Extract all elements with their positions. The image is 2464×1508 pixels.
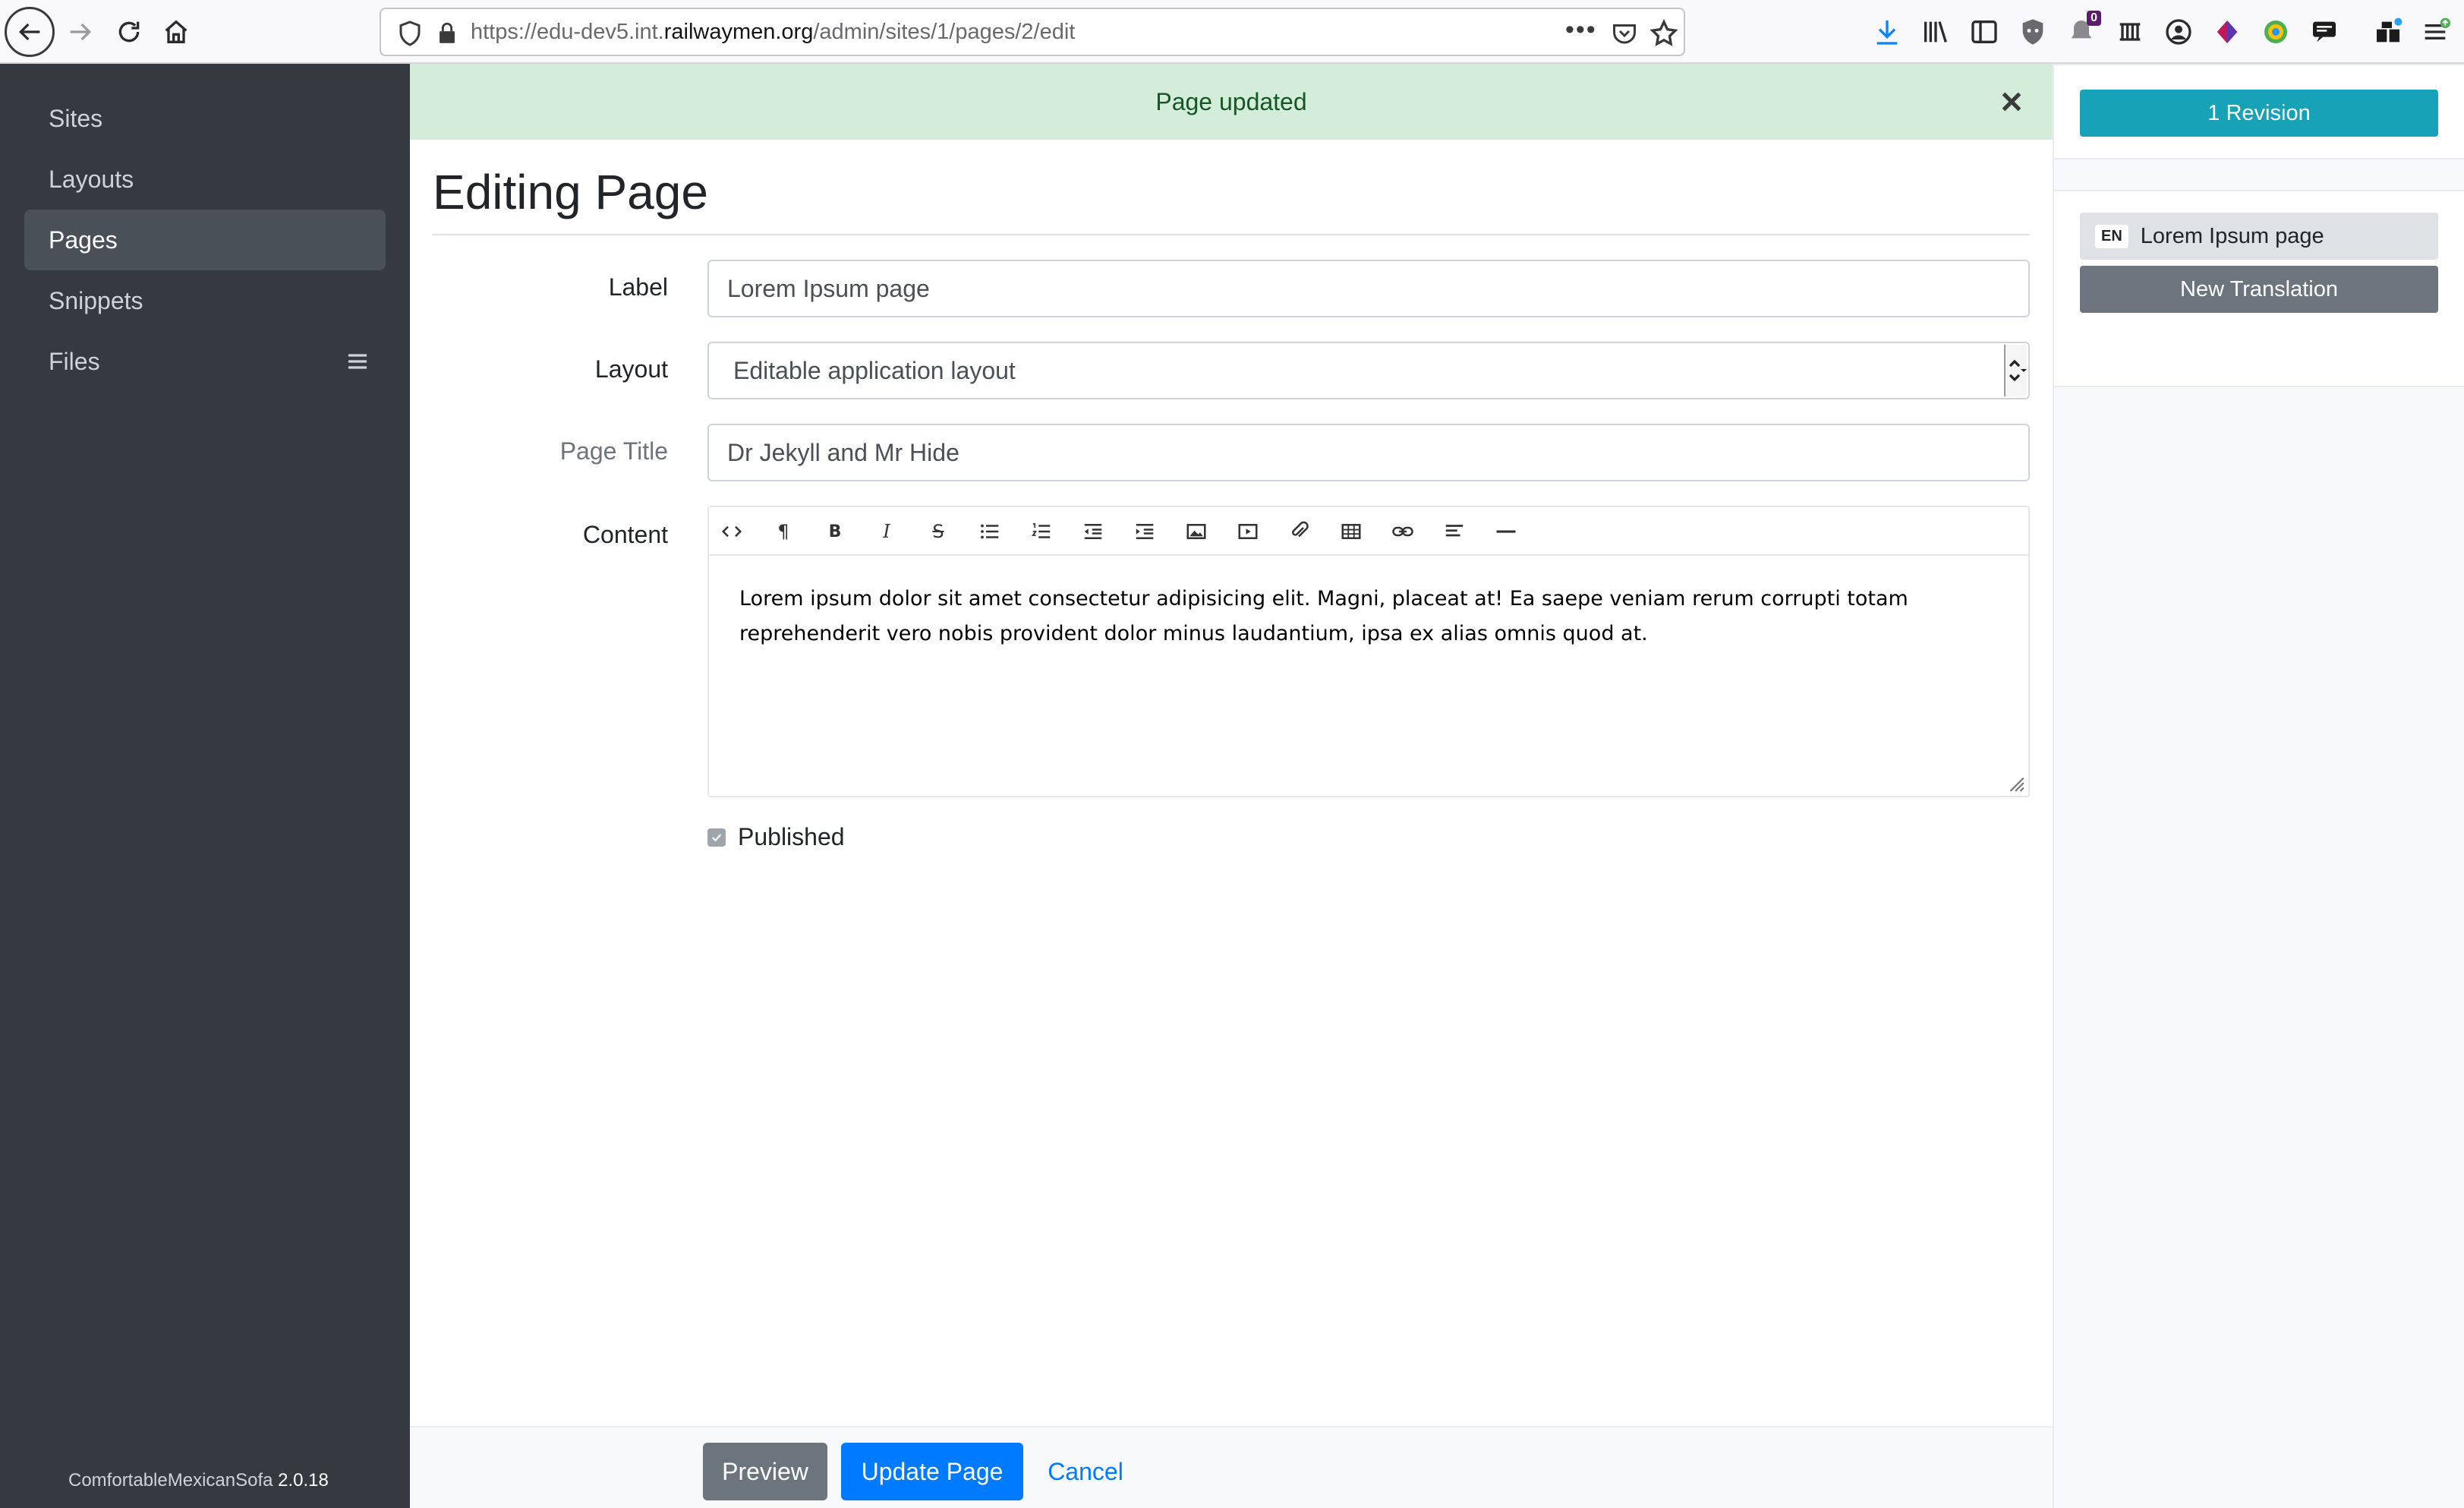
brand-name: ComfortableMexicanSofa (68, 1470, 273, 1491)
label-input[interactable]: Lorem Ipsum page (707, 260, 2030, 317)
notification-extension-icon[interactable]: 0 (2065, 11, 2101, 49)
published-row: Published (707, 823, 845, 851)
home-button[interactable] (152, 8, 200, 56)
locale-badge: EN (2095, 224, 2128, 248)
sidebar-item-label: Snippets (49, 287, 143, 314)
translation-item[interactable]: EN Lorem Ipsum page (2080, 213, 2438, 260)
downloads-icon[interactable] (1870, 15, 1904, 49)
extensions-icon[interactable] (2371, 15, 2405, 49)
table-icon[interactable] (1336, 516, 1366, 547)
sidebar-item-sites[interactable]: Sites (24, 88, 386, 149)
files-menu-icon[interactable] (345, 349, 370, 374)
layout-field-label: Layout (594, 355, 668, 383)
sidebar-item-layouts[interactable]: Layouts (24, 149, 386, 210)
revisions-card: 1 Revision (2054, 64, 2464, 159)
file-link-icon[interactable] (1284, 516, 1315, 547)
account-icon[interactable] (2162, 15, 2195, 49)
tracking-shield-icon[interactable] (396, 20, 424, 47)
sidebar-item-label: Pages (49, 226, 118, 254)
page-title-input[interactable]: Dr Jekyll and Mr Hide (707, 424, 2030, 481)
update-page-button[interactable]: Update Page (841, 1443, 1023, 1500)
image-icon[interactable] (1181, 516, 1212, 547)
check-icon (711, 833, 722, 841)
layout-selected-value: Editable application layout (733, 357, 1016, 384)
cancel-link[interactable]: Cancel (1043, 1443, 1128, 1500)
label-field-label: Label (608, 273, 668, 301)
privacy-badger-icon[interactable] (2016, 15, 2050, 49)
sidebar-item-pages[interactable]: Pages (24, 210, 386, 270)
revisions-button[interactable]: 1 Revision (2080, 90, 2438, 137)
preview-button[interactable]: Preview (703, 1443, 827, 1500)
back-button[interactable] (5, 7, 55, 57)
alert-message: Page updated (1155, 88, 1307, 115)
sidebar-item-label: Layouts (49, 166, 134, 193)
sidebar-item-label: Sites (49, 105, 103, 132)
translation-label: Lorem Ipsum page (2140, 223, 2324, 248)
grid-extension-icon[interactable] (2113, 15, 2147, 49)
lock-icon[interactable] (434, 20, 460, 47)
main-content: Page updated Editing Page Label Lorem Ip… (410, 64, 2053, 1420)
home-icon (165, 20, 187, 43)
library-icon[interactable] (1919, 15, 1952, 49)
sidebar-item-label: Files (49, 348, 100, 375)
new-translation-button[interactable]: New Translation (2080, 266, 2438, 313)
paragraph-icon[interactable]: ¶ (768, 516, 799, 547)
reload-icon (118, 21, 140, 43)
resize-handle-icon[interactable] (2006, 773, 2025, 793)
published-checkbox[interactable] (707, 828, 726, 847)
hamburger-menu-icon[interactable] (2418, 15, 2452, 49)
bold-icon[interactable]: B (820, 516, 850, 547)
link-icon[interactable] (1388, 516, 1418, 547)
layout-select[interactable]: Editable application layout (707, 342, 2030, 399)
reload-button[interactable] (105, 8, 153, 56)
unordered-list-icon[interactable] (975, 516, 1005, 547)
strikethrough-icon[interactable]: S (923, 516, 953, 547)
admin-sidebar: Sites Layouts Pages Snippets Files Comfo… (0, 64, 410, 1508)
page-title-field-label: Page Title (559, 437, 668, 465)
outdent-icon[interactable] (1078, 516, 1108, 547)
italic-icon[interactable]: I (871, 516, 902, 547)
browser-toolbar: https://edu-dev5.int.railwaymen.org/admi… (0, 0, 2464, 64)
content-field-label: Content (582, 521, 668, 548)
select-arrows-icon[interactable] (2004, 345, 2027, 396)
page-title: Editing Page (433, 165, 708, 219)
editor-toolbar: ¶ B I S (709, 507, 2028, 556)
arrow-left-icon (18, 23, 40, 41)
video-icon[interactable] (1233, 516, 1263, 547)
code-view-icon[interactable] (717, 516, 747, 547)
pocket-icon[interactable] (1611, 20, 1638, 47)
forward-button[interactable] (56, 8, 105, 56)
page-actions-menu[interactable]: ••• (1565, 15, 1597, 45)
editor-content-text[interactable]: Lorem ipsum dolor sit amet consectetur a… (739, 582, 1999, 651)
cms-brand: ComfortableMexicanSofa 2.0.18 (68, 1470, 329, 1491)
horizontal-rule-icon[interactable] (1491, 516, 1521, 547)
notification-badge: 0 (2087, 11, 2101, 26)
sidebar-item-snippets[interactable]: Snippets (24, 270, 386, 331)
brand-version: 2.0.18 (278, 1470, 329, 1491)
success-alert: Page updated (410, 64, 2053, 140)
sidebar-toggle-icon[interactable] (1968, 15, 2001, 49)
comment-extension-icon[interactable] (2308, 15, 2341, 49)
diamond-extension-icon[interactable] (2210, 15, 2244, 49)
url-bar[interactable]: https://edu-dev5.int.railwaymen.org/admi… (380, 8, 1685, 56)
close-icon[interactable] (1998, 88, 2025, 115)
arrow-right-icon (70, 23, 92, 41)
published-label[interactable]: Published (738, 823, 845, 851)
content-editor[interactable]: ¶ B I S Lorem ipsum dolor sit amet conse… (707, 506, 2030, 797)
sidebar-item-files[interactable]: Files (24, 331, 386, 392)
bookmark-star-icon[interactable] (1649, 18, 1679, 49)
indent-icon[interactable] (1130, 516, 1160, 547)
url-text[interactable]: https://edu-dev5.int.railwaymen.org/admi… (471, 20, 1075, 45)
align-icon[interactable] (1439, 516, 1470, 547)
translations-card: EN Lorem Ipsum page New Translation (2054, 190, 2464, 387)
form-actions: Preview Update Page Cancel (410, 1426, 2053, 1508)
color-extension-icon[interactable] (2259, 15, 2292, 49)
title-divider (433, 234, 2030, 235)
right-panel: 1 Revision EN Lorem Ipsum page New Trans… (2053, 64, 2464, 1508)
ordered-list-icon[interactable] (1026, 516, 1057, 547)
